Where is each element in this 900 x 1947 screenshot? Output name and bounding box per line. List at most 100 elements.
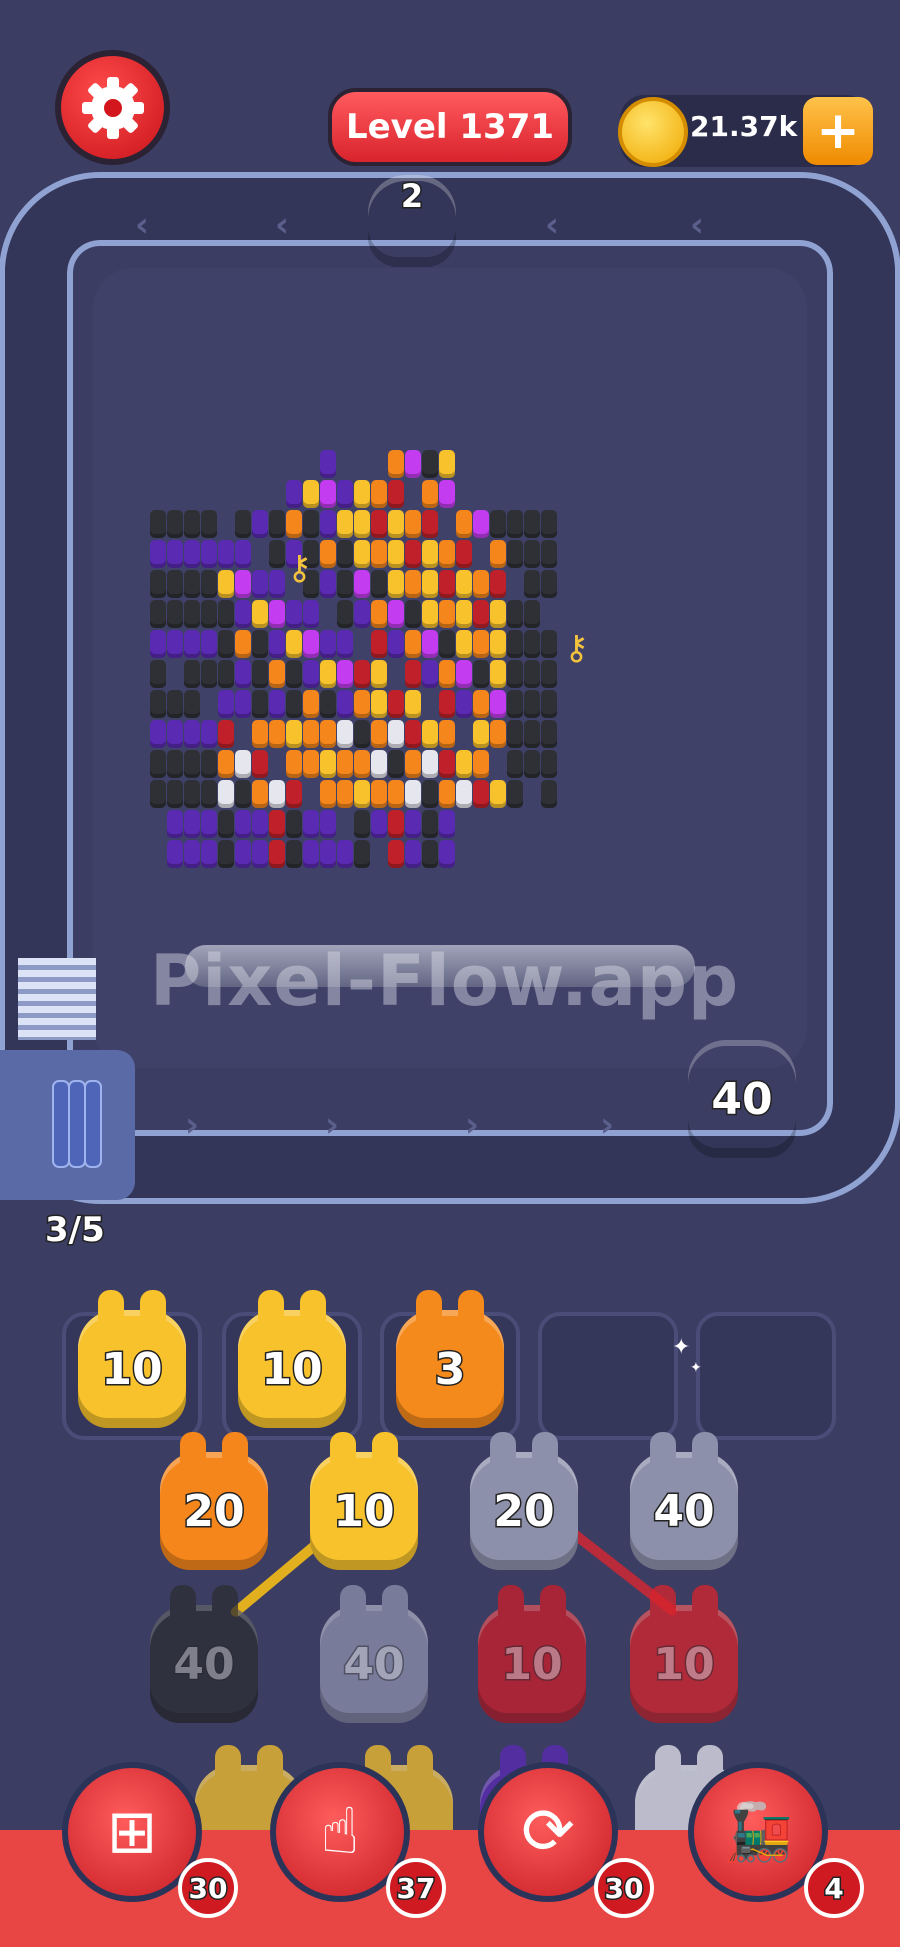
- pixel-block: [371, 720, 387, 748]
- character-count: 10: [652, 1637, 716, 1691]
- pixel-block: [439, 450, 455, 478]
- slot[interactable]: [696, 1312, 836, 1440]
- pixel-block: [286, 750, 302, 778]
- pixel-block: [320, 630, 336, 658]
- pixel-block: [286, 510, 302, 538]
- pixel-block: [422, 840, 438, 868]
- pixel-block: [439, 690, 455, 718]
- powerup-count: 30: [178, 1858, 238, 1918]
- pixel-block: [218, 630, 234, 658]
- pixel-block: [184, 750, 200, 778]
- settings-button[interactable]: [55, 50, 170, 165]
- pixel-block: [235, 600, 251, 628]
- pixel-block: [320, 660, 336, 688]
- pixel-block: [303, 690, 319, 718]
- pixel-block: [422, 600, 438, 628]
- pixel-block: [337, 570, 353, 598]
- pixel-block: [388, 600, 404, 628]
- pixel-block: [286, 630, 302, 658]
- pixel-block: [354, 660, 370, 688]
- pixel-block: [303, 510, 319, 538]
- pixel-block: [286, 660, 302, 688]
- queue-character[interactable]: 40: [630, 1432, 738, 1570]
- pixel-block: [490, 600, 506, 628]
- pixel-block: [439, 780, 455, 808]
- powerup-count: 30: [594, 1858, 654, 1918]
- pixel-block: [473, 690, 489, 718]
- pixel-block: [303, 750, 319, 778]
- pixel-block: [269, 540, 285, 568]
- pixel-block: [371, 570, 387, 598]
- pixel-block: [269, 690, 285, 718]
- pixel-block: [371, 660, 387, 688]
- pixel-block: [541, 510, 557, 538]
- pixel-block: [167, 540, 183, 568]
- slot-character[interactable]: 10: [238, 1290, 346, 1428]
- shuffle-icon: ⟳: [521, 1795, 575, 1869]
- pixel-block: [235, 840, 251, 868]
- pixel-block: [167, 810, 183, 838]
- pixel-block: [405, 810, 421, 838]
- pixel-block: [541, 690, 557, 718]
- pixel-block: [252, 600, 268, 628]
- pixel-block: [473, 660, 489, 688]
- slot[interactable]: [538, 1312, 678, 1440]
- pixel-block: [371, 540, 387, 568]
- pixel-block: [337, 720, 353, 748]
- pixel-block: [167, 510, 183, 538]
- pixel-block: [218, 840, 234, 868]
- slot-character[interactable]: 3: [396, 1290, 504, 1428]
- pixel-block: [303, 840, 319, 868]
- pixel-block: [184, 630, 200, 658]
- pixel-block: [167, 630, 183, 658]
- pixel-block: [354, 540, 370, 568]
- pixel-block: [439, 720, 455, 748]
- pixel-block: [150, 660, 166, 688]
- queue-character[interactable]: 20: [160, 1432, 268, 1570]
- pixel-block: [524, 540, 540, 568]
- pixel-block: [218, 570, 234, 598]
- pixel-block: [354, 570, 370, 598]
- pixel-block: [269, 630, 285, 658]
- powerup-count: 37: [386, 1858, 446, 1918]
- pixel-block: [269, 840, 285, 868]
- pixel-block: [456, 510, 472, 538]
- pixel-block: [252, 810, 268, 838]
- add-coins-button[interactable]: +: [803, 97, 873, 165]
- pixel-block: [252, 780, 268, 808]
- queue-character: 40: [150, 1585, 258, 1723]
- pixel-block: [354, 600, 370, 628]
- pixel-block: [422, 570, 438, 598]
- pixel-block: [184, 690, 200, 718]
- pixel-block: [201, 570, 217, 598]
- pixel-block: [218, 720, 234, 748]
- pixel-block: [422, 450, 438, 478]
- pixel-block: [184, 660, 200, 688]
- key-icon: ⚷: [287, 548, 312, 588]
- pixel-block: [371, 510, 387, 538]
- pixel-block: [388, 780, 404, 808]
- pixel-block: [456, 540, 472, 568]
- pixel-block: [422, 660, 438, 688]
- pixel-block: [490, 780, 506, 808]
- queue-character[interactable]: 20: [470, 1432, 578, 1570]
- pixel-block: [456, 750, 472, 778]
- pixel-block: [422, 480, 438, 508]
- pixel-block: [269, 810, 285, 838]
- character-count: 40: [172, 1637, 236, 1691]
- track-chevron-icon: ‹: [690, 205, 705, 245]
- pixel-block: [507, 720, 523, 748]
- pixel-block: [286, 780, 302, 808]
- pixel-block: [184, 720, 200, 748]
- pixel-block: [252, 630, 268, 658]
- conveyor-character-top: 2: [368, 175, 456, 267]
- pixel-block: [337, 600, 353, 628]
- slot-character[interactable]: 10: [78, 1290, 186, 1428]
- pixel-block: [201, 780, 217, 808]
- pixel-block: [184, 540, 200, 568]
- track-chevron-icon: ›: [325, 1105, 340, 1145]
- pixel-block: [388, 630, 404, 658]
- pixel-block: [507, 690, 523, 718]
- queue-character[interactable]: 10: [310, 1432, 418, 1570]
- queue-character: 40: [320, 1585, 428, 1723]
